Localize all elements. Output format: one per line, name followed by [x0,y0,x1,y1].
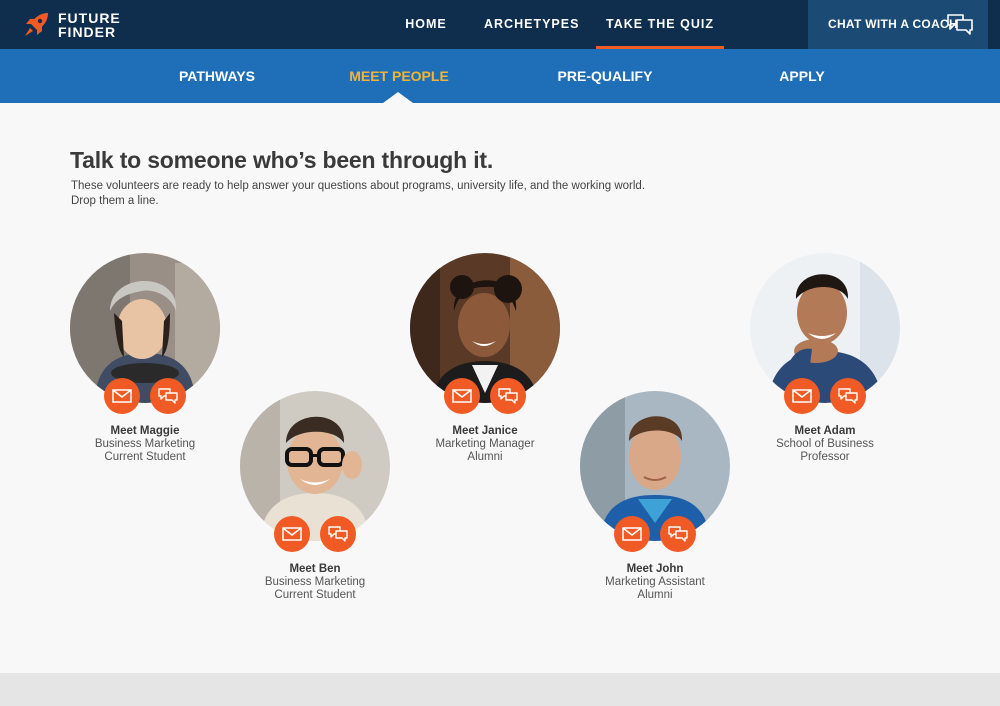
topnav-home[interactable]: HOME [400,0,452,49]
avatar [750,253,900,403]
person-status: Alumni [637,589,673,601]
chat-button[interactable] [490,378,526,414]
chat-bubbles-icon [498,388,518,404]
portrait-janice [410,253,560,403]
person-status: Current Student [274,589,356,601]
person-role: Marketing Assistant [605,576,705,588]
chat-button[interactable] [150,378,186,414]
person-name: Meet Janice [452,425,518,437]
person-status: Alumni [467,451,503,463]
person-name: Meet Maggie [110,425,180,437]
page-description-line-2: Drop them a line. [71,195,159,207]
envelope-icon [112,389,132,403]
brand-line-2: FINDER [58,24,117,40]
chat-button[interactable] [320,516,356,552]
person-role: School of Business [776,438,874,450]
email-button[interactable] [784,378,820,414]
subnav-apply[interactable]: APPLY [770,49,834,103]
chat-button[interactable] [830,378,866,414]
avatar [580,391,730,541]
email-button[interactable] [274,516,310,552]
portrait-maggie [70,253,220,403]
person-status: Current Student [104,451,186,463]
person-name: Meet Ben [289,563,341,575]
active-tab-pointer [383,92,413,103]
topnav-take-the-quiz[interactable]: TAKE THE QUIZ [596,0,724,49]
subnav-pathways[interactable]: PATHWAYS [170,49,264,103]
page-title: Talk to someone who’s been through it. [70,147,494,173]
person-role: Marketing Manager [435,438,535,450]
chat-bubbles-icon [838,388,858,404]
sub-nav: PATHWAYS MEET PEOPLE PRE-QUALIFY APPLY [0,49,1000,103]
email-button[interactable] [104,378,140,414]
logo[interactable]: FUTURE FINDER [22,10,132,40]
avatar [410,253,560,403]
page-description-line-1: These volunteers are ready to help answe… [71,180,646,192]
subnav-pre-qualify[interactable]: PRE-QUALIFY [552,49,658,103]
email-button[interactable] [614,516,650,552]
main-content: Talk to someone who’s been through it. T… [0,103,1000,673]
portrait-john [580,391,730,541]
person-role: Business Marketing [94,438,196,450]
topnav-archetypes[interactable]: ARCHETYPES [484,0,578,49]
chat-bubbles-icon [947,14,973,35]
chat-button[interactable] [660,516,696,552]
person-role: Business Marketing [264,576,366,588]
envelope-icon [622,527,642,541]
email-button[interactable] [444,378,480,414]
envelope-icon [282,527,302,541]
envelope-icon [792,389,812,403]
chat-with-coach-button[interactable]: CHAT WITH A COACH [808,0,988,49]
brand-name: FUTURE FINDER [58,11,121,39]
chat-bubbles-icon [158,388,178,404]
person-name: Meet Adam [794,425,856,437]
avatar [70,253,220,403]
brand-line-1: FUTURE [58,10,121,26]
person-name: Meet John [626,563,684,575]
top-bar: FUTURE FINDER HOME ARCHETYPES TAKE THE Q… [0,0,1000,49]
envelope-icon [452,389,472,403]
avatar [240,391,390,541]
chat-with-coach-label: CHAT WITH A COACH [828,17,958,31]
page-description: These volunteers are ready to help answe… [71,179,691,209]
portrait-ben [240,391,390,541]
rocket-icon [25,13,48,36]
chat-bubbles-icon [668,526,688,542]
portrait-adam [750,253,900,403]
chat-bubbles-icon [328,526,348,542]
person-status: Professor [800,451,850,463]
